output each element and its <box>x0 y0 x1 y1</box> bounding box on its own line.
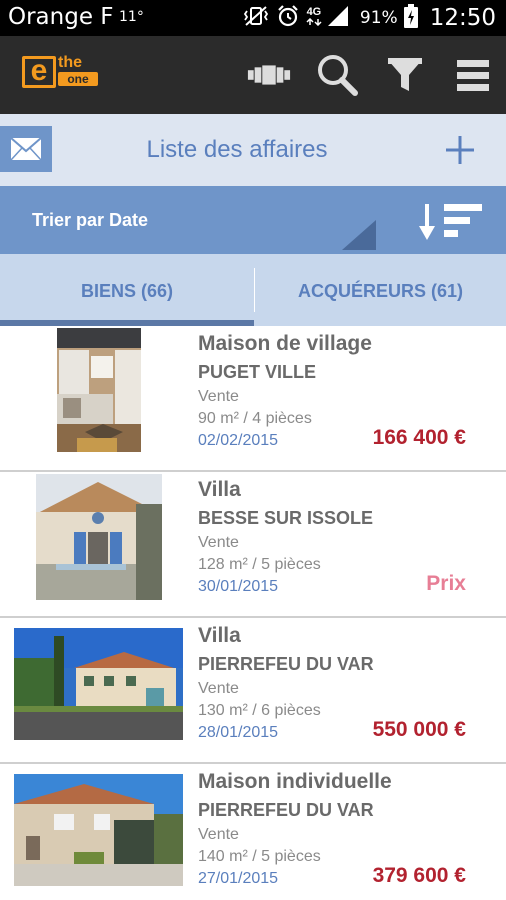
listing-price: 550 000 € <box>372 718 466 741</box>
listing-price: 379 600 € <box>372 864 466 887</box>
temperature: 11° <box>119 9 144 25</box>
logo-text-bottom: one <box>58 72 98 86</box>
tab-biens[interactable]: BIENS (66) <box>0 254 254 326</box>
listing-photo <box>14 628 183 740</box>
tab-acquereurs[interactable]: ACQUÉREURS (61) <box>255 254 506 326</box>
listing-size: 90 m² / 4 pièces <box>198 410 312 427</box>
app-bar: e the one <box>0 36 506 114</box>
search-icon <box>318 55 358 96</box>
listing-city: PIERREFEU DU VAR <box>198 800 374 820</box>
clock: 12:50 <box>429 5 496 31</box>
listing-transaction: Vente <box>198 826 239 843</box>
menu-icon <box>457 60 489 91</box>
carrier-name: Orange F <box>8 4 114 30</box>
listing-transaction: Vente <box>198 534 239 551</box>
sort-descending-icon <box>419 204 482 240</box>
listing-photo <box>36 474 162 600</box>
status-bar: Orange F 11° 4G 91% 12:50 <box>0 0 506 36</box>
listing-item[interactable]: Maison de village PUGET VILLE Vente 90 m… <box>0 326 506 472</box>
listing-item[interactable]: Maison individuelle PIERREFEU DU VAR Ven… <box>0 764 506 900</box>
status-icons: 4G 91% 12:50 <box>242 3 496 33</box>
plus-icon <box>446 136 474 164</box>
sort-bar: Trier par Date <box>0 186 506 254</box>
dropdown-corner-icon <box>342 220 376 250</box>
envelope-icon <box>10 137 42 161</box>
listing-type: Maison de village <box>198 332 372 355</box>
battery-icon <box>403 3 418 33</box>
mail-button[interactable] <box>0 126 52 172</box>
listing-price: Prix <box>426 572 466 595</box>
app-logo: e the one <box>22 54 102 90</box>
listing-transaction: Vente <box>198 388 239 405</box>
add-button[interactable] <box>442 132 478 168</box>
listing-date: 27/01/2015 <box>198 870 279 887</box>
sort-order-button[interactable] <box>418 202 484 242</box>
listing-type: Villa <box>198 624 241 647</box>
network-label: 4G <box>306 6 322 18</box>
search-button[interactable] <box>314 52 360 98</box>
listing-city: BESSE SUR ISSOLE <box>198 508 374 528</box>
listing-date: 02/02/2015 <box>198 432 279 449</box>
listing-photo <box>14 774 183 886</box>
listing-item[interactable]: Villa PIERREFEU DU VAR Vente 130 m² / 6 … <box>0 618 506 764</box>
logo-letter: e <box>22 56 56 88</box>
filter-button[interactable] <box>382 52 428 98</box>
listing-size: 130 m² / 6 pièces <box>198 702 321 719</box>
listing-type: Maison individuelle <box>198 770 392 793</box>
network-type: 4G <box>306 7 322 29</box>
listing-photo <box>57 328 141 452</box>
signal-icon <box>326 4 350 33</box>
title-row: Liste des affaires <box>0 114 506 186</box>
alarm-icon <box>276 4 300 33</box>
listing-city: PUGET VILLE <box>198 362 317 382</box>
listing-size: 128 m² / 5 pièces <box>198 556 321 573</box>
connector-button[interactable] <box>246 52 292 98</box>
filter-icon <box>388 58 422 91</box>
battery-percentage: 91% <box>359 8 398 28</box>
listing-transaction: Vente <box>198 680 239 697</box>
listing-item[interactable]: Villa BESSE SUR ISSOLE Vente 128 m² / 5 … <box>0 472 506 618</box>
listing-type: Villa <box>198 478 241 501</box>
listing-size: 140 m² / 5 pièces <box>198 848 321 865</box>
listing-date: 30/01/2015 <box>198 578 279 595</box>
listing-date: 28/01/2015 <box>198 724 279 741</box>
listing-city: PIERREFEU DU VAR <box>198 654 374 674</box>
connector-icon <box>247 65 291 85</box>
sort-selector[interactable]: Trier par Date <box>32 210 148 231</box>
logo-text-top: the <box>58 54 82 71</box>
tab-bar: BIENS (66) ACQUÉREURS (61) <box>0 254 506 326</box>
menu-button[interactable] <box>450 52 496 98</box>
vibrate-icon <box>242 5 270 32</box>
page-title: Liste des affaires <box>146 136 328 163</box>
listing-price: 166 400 € <box>372 426 466 449</box>
